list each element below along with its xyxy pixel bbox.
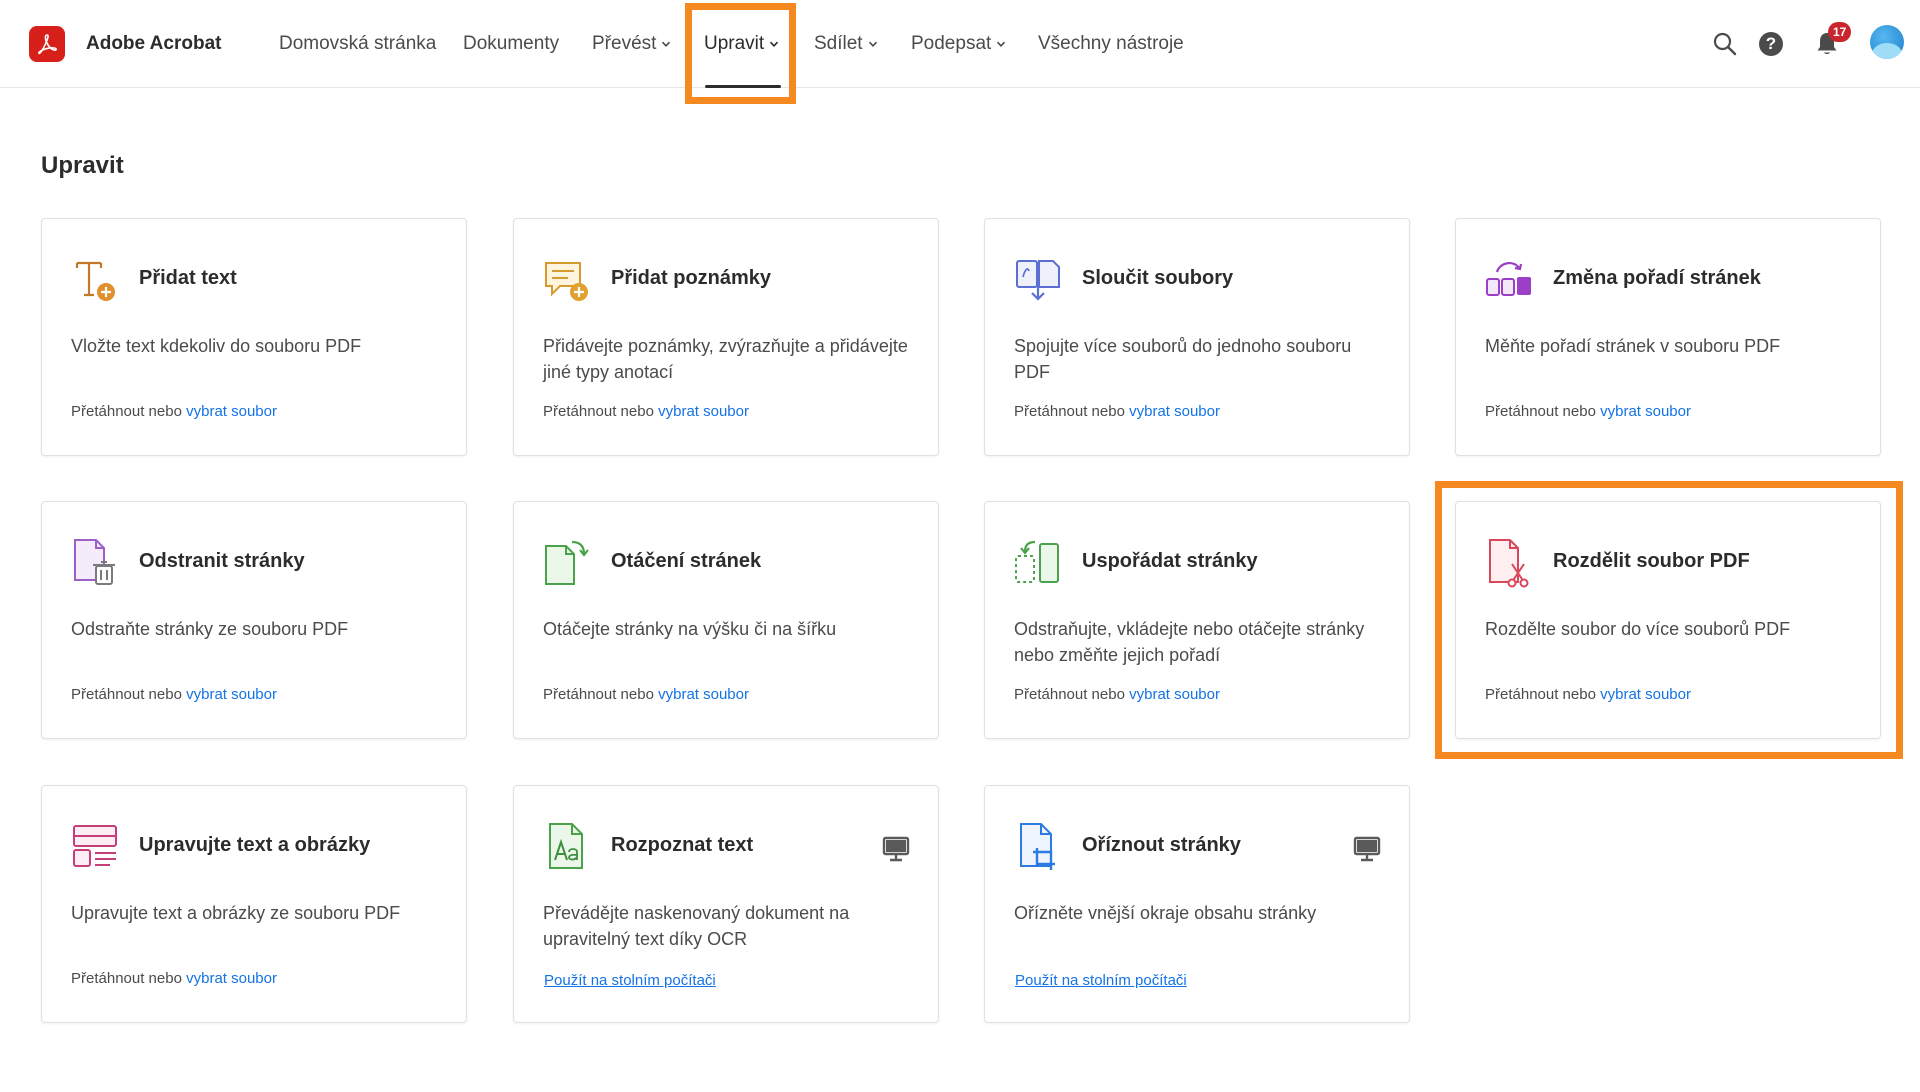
nav-sign-label: Podepsat (911, 33, 992, 54)
desktop-icon (882, 836, 910, 862)
tool-card-crop-pages[interactable]: Oříznout stránky Ořízněte vnější okraje … (984, 785, 1410, 1023)
reorder-pages-icon (1484, 255, 1534, 305)
tool-card-description: Přidávejte poznámky, zvýrazňujte a přidá… (543, 336, 908, 382)
nav-convert-label: Převést (592, 33, 657, 54)
drag-hint: Přetáhnout nebo (71, 970, 182, 987)
drag-hint: Přetáhnout nebo (543, 403, 654, 420)
tool-card-recognize-text[interactable]: Rozpoznat text Převádějte naskenovaný do… (513, 785, 939, 1023)
tool-card-description: Měňte pořadí stránek v souboru PDF (1485, 336, 1781, 356)
tool-card-footer: Přetáhnout nebo vybrat soubor (543, 686, 749, 703)
tool-card-title: Rozpoznat text (611, 834, 754, 856)
drag-hint: Přetáhnout nebo (71, 686, 182, 703)
nav-all-tools-label: Všechny nástroje (1038, 33, 1184, 54)
tool-card-description: Ořízněte vnější okraje obsahu stránky (1014, 903, 1317, 923)
nav-home[interactable]: Domovská stránka (279, 33, 436, 55)
tool-card-footer: Přetáhnout nebo vybrat soubor (71, 970, 277, 987)
crop-pages-icon (1013, 822, 1063, 872)
avatar[interactable] (1870, 25, 1904, 59)
tool-card-organize-pages[interactable]: Uspořádat stránky Odstraňujte, vkládejte… (984, 501, 1410, 739)
nav-sign[interactable]: Podepsat (911, 33, 1006, 55)
nav-share[interactable]: Sdílet (814, 33, 878, 55)
organize-pages-icon (1013, 538, 1063, 588)
select-file-link[interactable]: vybrat soubor (186, 970, 277, 987)
edit-text-images-icon (70, 822, 120, 872)
tool-card-footer: Přetáhnout nebo vybrat soubor (71, 403, 277, 420)
tool-card-add-text[interactable]: Přidat text Vložte text kdekoliv do soub… (41, 218, 467, 456)
tool-card-footer: Přetáhnout nebo vybrat soubor (1485, 403, 1691, 420)
drag-hint: Přetáhnout nebo (71, 403, 182, 420)
tool-card-title: Upravujte text a obrázky (139, 834, 371, 856)
app-name[interactable]: Adobe Acrobat (86, 33, 221, 55)
tool-card-title: Oříznout stránky (1082, 834, 1241, 856)
nav-convert[interactable]: Převést (592, 33, 671, 55)
tool-card-description: Odstraňujte, vkládejte nebo otáčejte str… (1014, 619, 1365, 665)
chevron-down-icon (997, 41, 1006, 47)
top-navigation-bar: Adobe Acrobat Domovská stránka Dokumenty… (0, 0, 1920, 88)
recognize-text-icon (542, 822, 592, 872)
highlight-box-split-pdf (1435, 481, 1903, 759)
nav-all-tools[interactable]: Všechny nástroje (1038, 33, 1184, 55)
tool-card-title: Změna pořadí stránek (1553, 267, 1761, 289)
use-on-desktop-link[interactable]: Použít na stolním počítači (544, 972, 716, 989)
select-file-link[interactable]: vybrat soubor (658, 686, 749, 703)
tool-card-title: Sloučit soubory (1082, 267, 1234, 289)
tool-card-title: Odstranit stránky (139, 550, 305, 572)
nav-documents-label: Dokumenty (463, 33, 560, 54)
nav-home-label: Domovská stránka (279, 33, 437, 54)
drag-hint: Přetáhnout nebo (1485, 403, 1596, 420)
tool-card-edit-text-images[interactable]: Upravujte text a obrázky Upravujte text … (41, 785, 467, 1023)
add-comment-icon (542, 255, 592, 305)
page-title: Upravit (41, 152, 124, 179)
select-file-link[interactable]: vybrat soubor (658, 403, 749, 420)
tool-card-description: Spojujte více souborů do jednoho souboru… (1014, 336, 1352, 382)
select-file-link[interactable]: vybrat soubor (186, 686, 277, 703)
select-file-link[interactable]: vybrat soubor (1129, 403, 1220, 420)
acrobat-logo-icon[interactable] (29, 26, 65, 62)
select-file-link[interactable]: vybrat soubor (1600, 403, 1691, 420)
tool-card-description: Převádějte naskenovaný dokument na uprav… (543, 903, 850, 949)
tool-card-combine-files[interactable]: Sloučit soubory Spojujte více souborů do… (984, 218, 1410, 456)
tool-card-footer: Přetáhnout nebo vybrat soubor (543, 403, 749, 420)
tool-card-description: Upravujte text a obrázky ze souboru PDF (71, 903, 401, 923)
select-file-link[interactable]: vybrat soubor (186, 403, 277, 420)
notification-badge: 17 (1828, 22, 1852, 42)
combine-files-icon (1013, 255, 1063, 305)
chevron-down-icon (868, 41, 877, 47)
search-icon[interactable] (1711, 30, 1739, 58)
select-file-link[interactable]: vybrat soubor (1129, 686, 1220, 703)
tool-card-footer: Přetáhnout nebo vybrat soubor (1014, 403, 1220, 420)
nav-documents[interactable]: Dokumenty (463, 33, 559, 55)
drag-hint: Přetáhnout nebo (543, 686, 654, 703)
tool-card-delete-pages[interactable]: Odstranit stránky Odstraňte stránky ze s… (41, 501, 467, 739)
tool-card-footer: Přetáhnout nebo vybrat soubor (71, 686, 277, 703)
tool-card-description: Vložte text kdekoliv do souboru PDF (71, 336, 362, 356)
desktop-icon (1353, 836, 1381, 862)
tool-card-description: Odstraňte stránky ze souboru PDF (71, 619, 349, 639)
help-icon[interactable]: ? (1757, 30, 1785, 58)
tool-card-title: Uspořádat stránky (1082, 550, 1258, 572)
tool-card-add-comments[interactable]: Přidat poznámky Přidávejte poznámky, zvý… (513, 218, 939, 456)
drag-hint: Přetáhnout nebo (1014, 686, 1125, 703)
nav-share-label: Sdílet (814, 33, 863, 54)
tool-card-rotate-pages[interactable]: Otáčení stránek Otáčejte stránky na výšk… (513, 501, 939, 739)
rotate-pages-icon (542, 538, 592, 588)
add-text-icon (70, 255, 120, 305)
chevron-down-icon (662, 41, 671, 47)
use-on-desktop-link[interactable]: Použít na stolním počítači (1015, 972, 1187, 989)
tool-card-title: Přidat text (139, 267, 237, 289)
tool-card-reorder-pages[interactable]: Změna pořadí stránek Měňte pořadí stráne… (1455, 218, 1881, 456)
delete-pages-icon (70, 538, 120, 588)
tool-card-title: Přidat poznámky (611, 267, 772, 289)
tool-card-title: Otáčení stránek (611, 550, 762, 572)
tool-card-footer: Přetáhnout nebo vybrat soubor (1014, 686, 1220, 703)
tool-card-description: Otáčejte stránky na výšku či na šířku (543, 619, 837, 639)
highlight-box-edit-tab (685, 3, 796, 104)
drag-hint: Přetáhnout nebo (1014, 403, 1125, 420)
